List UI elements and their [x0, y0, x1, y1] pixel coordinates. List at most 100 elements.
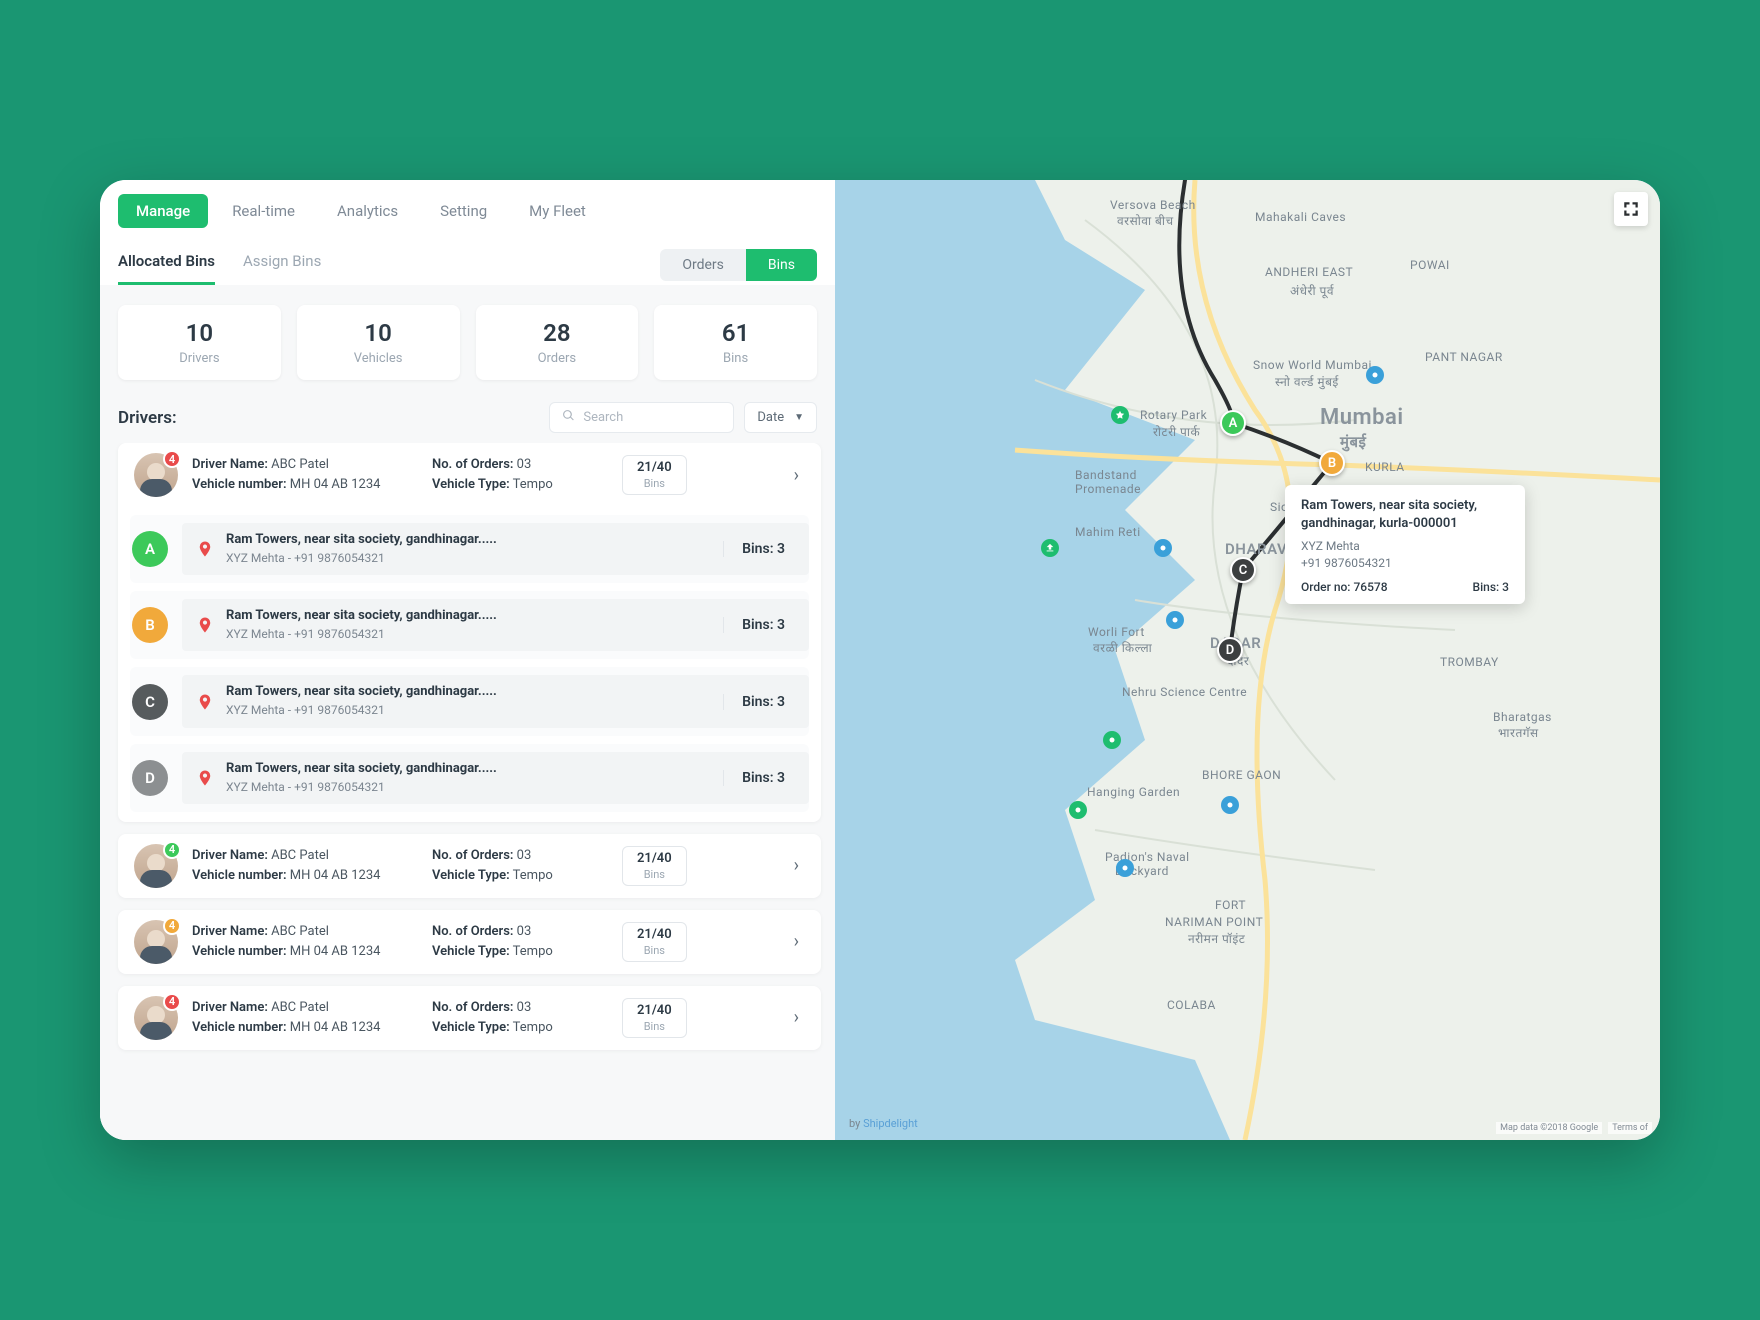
- expand-button[interactable]: [1614, 192, 1648, 226]
- search-sort: Search Date ▼: [549, 402, 817, 433]
- map-marker-c[interactable]: C: [1230, 557, 1256, 583]
- nav-real-time[interactable]: Real-time: [214, 194, 313, 228]
- driver-vehicle-info: No. of Orders: 03 Vehicle Type: Tempo: [432, 922, 602, 962]
- pin-icon: [196, 767, 214, 789]
- nav-analytics[interactable]: Analytics: [319, 194, 416, 228]
- driver-badge: 4: [163, 917, 181, 935]
- map-poi-icon: [1116, 859, 1134, 877]
- stop-marker-d: D: [132, 760, 168, 796]
- driver-info: Driver Name: ABC Patel Vehicle number: M…: [192, 455, 412, 495]
- stat-label: Vehicles: [297, 351, 460, 366]
- nav-setting[interactable]: Setting: [422, 194, 505, 228]
- stop-text: Ram Towers, near sita society, gandhinag…: [226, 760, 711, 796]
- pin-icon: [196, 538, 214, 560]
- driver-card: 4 Driver Name: ABC Patel Vehicle number:…: [118, 986, 821, 1050]
- map-marker-b[interactable]: B: [1319, 450, 1345, 476]
- driver-header[interactable]: 4 Driver Name: ABC Patel Vehicle number:…: [118, 834, 821, 898]
- stop-bins: Bins: 3: [723, 770, 795, 786]
- app-window: ManageReal-timeAnalyticsSettingMy Fleet …: [100, 180, 1660, 1140]
- subtab-assign-bins[interactable]: Assign Bins: [243, 244, 321, 285]
- chevron-right-icon[interactable]: ›: [788, 855, 805, 876]
- search-icon: [562, 409, 575, 426]
- toggle-orders[interactable]: Orders: [660, 249, 746, 281]
- stop-row[interactable]: A Ram Towers, near sita society, gandhin…: [130, 515, 809, 583]
- stop-marker-c: C: [132, 684, 168, 720]
- map-land: [835, 180, 1660, 1140]
- map-marker-d[interactable]: D: [1217, 637, 1243, 663]
- list-header: Drivers: Search Date ▼: [100, 392, 835, 443]
- drivers-list[interactable]: 4 Driver Name: ABC Patel Vehicle number:…: [100, 443, 835, 1140]
- driver-badge: 4: [163, 841, 181, 859]
- avatar: 4: [134, 996, 178, 1040]
- chevron-right-icon[interactable]: ›: [788, 931, 805, 952]
- bins-count: 21/40Bins: [622, 922, 687, 962]
- stop-marker-a: A: [132, 531, 168, 567]
- driver-card: 4 Driver Name: ABC Patel Vehicle number:…: [118, 834, 821, 898]
- sort-label: Date: [757, 410, 784, 425]
- stat-value: 28: [476, 319, 639, 347]
- sort-dropdown[interactable]: Date ▼: [744, 402, 817, 433]
- driver-badge: 4: [163, 450, 181, 468]
- stat-label: Bins: [654, 351, 817, 366]
- driver-header[interactable]: 4 Driver Name: ABC Patel Vehicle number:…: [118, 443, 821, 507]
- bins-count: 21/40Bins: [622, 846, 687, 886]
- pin-icon: [196, 691, 214, 713]
- tooltip-contact: XYZ Mehta +91 9876054321: [1301, 538, 1509, 572]
- driver-header[interactable]: 4 Driver Name: ABC Patel Vehicle number:…: [118, 986, 821, 1050]
- tooltip-title: Ram Towers, near sita society, gandhinag…: [1301, 497, 1509, 532]
- stop-text: Ram Towers, near sita society, gandhinag…: [226, 683, 711, 719]
- list-title: Drivers:: [118, 408, 177, 428]
- driver-vehicle-info: No. of Orders: 03 Vehicle Type: Tempo: [432, 455, 602, 495]
- stop-row[interactable]: B Ram Towers, near sita society, gandhin…: [130, 591, 809, 659]
- map-poi-icon: [1366, 366, 1384, 384]
- map-marker-a[interactable]: A: [1220, 410, 1246, 436]
- stat-value: 10: [118, 319, 281, 347]
- map-poi-icon: [1221, 796, 1239, 814]
- subnav-row: Allocated Bins Assign Bins OrdersBins: [100, 238, 835, 285]
- stop-info: Ram Towers, near sita society, gandhinag…: [182, 752, 809, 804]
- bins-count: 21/40Bins: [622, 998, 687, 1038]
- stop-row[interactable]: C Ram Towers, near sita society, gandhin…: [130, 667, 809, 735]
- stops-list: A Ram Towers, near sita society, gandhin…: [118, 515, 821, 822]
- subtab-allocated-bins[interactable]: Allocated Bins: [118, 244, 215, 285]
- nav-my-fleet[interactable]: My Fleet: [511, 194, 604, 228]
- stat-orders: 28Orders: [476, 305, 639, 380]
- pin-icon: [196, 614, 214, 636]
- map-poi-icon: [1154, 539, 1172, 557]
- chevron-right-icon[interactable]: ›: [788, 465, 805, 486]
- chevron-down-icon: ▼: [794, 412, 804, 423]
- map-poi-icon: [1069, 801, 1087, 819]
- stat-value: 10: [297, 319, 460, 347]
- driver-vehicle-info: No. of Orders: 03 Vehicle Type: Tempo: [432, 846, 602, 886]
- nav-manage[interactable]: Manage: [118, 194, 208, 228]
- stop-marker-b: B: [132, 607, 168, 643]
- search-placeholder: Search: [583, 410, 623, 425]
- map-attrib-text: Map data ©2018 Google: [1496, 1122, 1602, 1134]
- stat-label: Drivers: [118, 351, 281, 366]
- stat-vehicles: 10 Vehicles: [297, 305, 460, 380]
- avatar: 4: [134, 844, 178, 888]
- stop-bins: Bins: 3: [723, 541, 795, 557]
- map-panel[interactable]: MumbaiमुंबईANDHERI EASTPOWAIअंधेरी पूर्व…: [835, 180, 1660, 1140]
- credit-link[interactable]: Shipdelight: [863, 1117, 918, 1130]
- stop-info: Ram Towers, near sita society, gandhinag…: [182, 675, 809, 727]
- stop-row[interactable]: D Ram Towers, near sita society, gandhin…: [130, 744, 809, 812]
- search-input[interactable]: Search: [549, 402, 734, 433]
- tooltip-meta: Order no: 76578 Bins: 3: [1301, 580, 1509, 594]
- stop-bins: Bins: 3: [723, 694, 795, 710]
- toggle-bins[interactable]: Bins: [746, 249, 817, 281]
- map-poi-icon: [1041, 539, 1059, 557]
- stop-info: Ram Towers, near sita society, gandhinag…: [182, 599, 809, 651]
- stat-value: 61: [654, 319, 817, 347]
- avatar: 4: [134, 920, 178, 964]
- stop-bins: Bins: 3: [723, 617, 795, 633]
- expand-icon: [1622, 200, 1640, 218]
- map-poi-icon: [1111, 406, 1129, 424]
- bins-count: 21/40Bins: [622, 455, 687, 495]
- chevron-right-icon[interactable]: ›: [788, 1007, 805, 1028]
- sub-tabs: Allocated Bins Assign Bins: [118, 244, 321, 285]
- driver-header[interactable]: 4 Driver Name: ABC Patel Vehicle number:…: [118, 910, 821, 974]
- driver-info: Driver Name: ABC Patel Vehicle number: M…: [192, 998, 412, 1038]
- main-nav: ManageReal-timeAnalyticsSettingMy Fleet: [100, 180, 835, 238]
- driver-vehicle-info: No. of Orders: 03 Vehicle Type: Tempo: [432, 998, 602, 1038]
